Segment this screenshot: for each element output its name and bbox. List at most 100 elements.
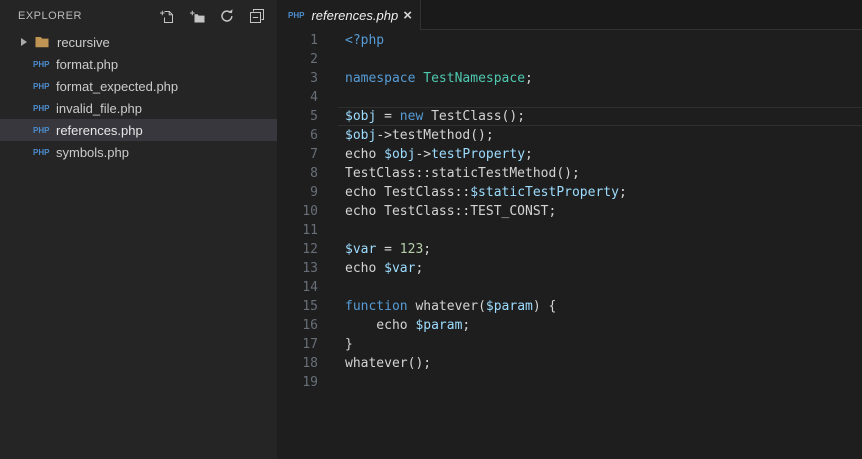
code-token: $obj — [384, 147, 416, 162]
code-token: TestNamespace — [423, 71, 526, 86]
vscode-window: EXPLORER recursive PHP format.php PHP fo… — [0, 0, 862, 459]
new-folder-button[interactable] — [188, 7, 205, 24]
code-line-text: $obj = new TestClass(); — [345, 107, 525, 126]
code-line-2[interactable]: 2 — [277, 50, 862, 69]
code-line-14[interactable]: 14 — [277, 278, 862, 297]
code-line-text: function whatever($param) { — [345, 297, 556, 316]
code-line-text: $var = 123; — [345, 240, 431, 259]
code-token: function — [345, 299, 408, 314]
new-file-icon — [159, 10, 173, 23]
tree-item-format-expected-php[interactable]: PHP format_expected.php — [0, 75, 277, 97]
refresh-button[interactable] — [218, 7, 235, 24]
line-number: 6 — [310, 128, 318, 143]
code-line-17[interactable]: 17} — [277, 335, 862, 354]
refresh-icon — [220, 8, 233, 22]
code-token: ) { — [532, 299, 557, 314]
code-line-text: } — [345, 335, 353, 354]
tree-item-references-php[interactable]: PHP references.php — [0, 119, 277, 141]
line-number: 11 — [302, 223, 318, 238]
code-line-18[interactable]: 18 whatever(); — [277, 354, 862, 373]
line-number: 5 — [310, 109, 318, 124]
tab-bar: PHP references.php × — [277, 0, 862, 30]
collapse-all-button[interactable] — [248, 7, 265, 24]
code-line-9[interactable]: 9 echo TestClass::$staticTestProperty; — [277, 183, 862, 202]
code-token: ; — [618, 185, 627, 200]
code-line-19[interactable]: 19 — [277, 373, 862, 392]
code-line-15[interactable]: 15 function whatever($param) { — [277, 297, 862, 316]
code-token: $var — [384, 261, 416, 276]
code-line-1[interactable]: 1 <?php — [277, 31, 862, 50]
code-token: $staticTestProperty — [470, 185, 619, 200]
line-number: 4 — [310, 90, 318, 105]
code-line-text: TestClass::staticTestMethod(); — [345, 164, 580, 183]
code-token: new — [399, 109, 424, 124]
new-folder-icon — [189, 10, 204, 22]
code-editor[interactable]: 1 <?php 2 3 namespace TestNamespace; 4 5 $obj =… — [277, 30, 862, 459]
code-token: $obj — [345, 128, 377, 143]
tree-item-label: recursive — [57, 34, 110, 50]
code-token: namespace — [345, 71, 416, 86]
php-file-icon: PHP — [33, 103, 50, 113]
tree-item-label: references.php — [56, 122, 143, 138]
tree-item-symbols-php[interactable]: PHP symbols.php — [0, 141, 277, 163]
code-line-16[interactable]: 16 echo $param; — [277, 316, 862, 335]
code-token: TestClass(); — [423, 109, 526, 124]
code-token: $var — [345, 242, 377, 257]
code-line-7[interactable]: 7 echo $obj->testProperty; — [277, 145, 862, 164]
php-file-icon: PHP — [33, 125, 50, 135]
code-line-text: namespace TestNamespace; — [345, 69, 533, 88]
php-file-icon: PHP — [33, 147, 50, 157]
code-line-12[interactable]: 12 $var = 123; — [277, 240, 862, 259]
code-token: } — [345, 337, 353, 352]
line-number: 19 — [302, 375, 318, 390]
editor-group: PHP references.php × 1 <?php 2 3 namespace T… — [277, 0, 862, 459]
line-number: 10 — [302, 204, 318, 219]
tab-bar-empty-space — [420, 0, 862, 30]
code-token: ; — [423, 242, 432, 257]
tree-item-label: format_expected.php — [56, 78, 179, 94]
tree-item-recursive[interactable]: recursive — [0, 31, 277, 53]
code-line-10[interactable]: 10 echo TestClass::TEST_CONST; — [277, 202, 862, 221]
explorer-header: EXPLORER — [0, 0, 277, 31]
code-token: $param — [485, 299, 533, 314]
php-file-icon: PHP — [33, 81, 50, 91]
code-line-4[interactable]: 4 — [277, 88, 862, 107]
tab-close-icon[interactable]: × — [403, 8, 412, 23]
code-token: $param — [415, 318, 463, 333]
tree-item-label: format.php — [56, 56, 119, 72]
code-token: ; — [415, 261, 424, 276]
code-token: = — [376, 109, 400, 124]
code-token: whatever(); — [345, 356, 432, 371]
code-line-text: echo $var; — [345, 259, 423, 278]
explorer-title: EXPLORER — [18, 9, 82, 22]
code-line-text: $obj->testMethod(); — [345, 126, 494, 145]
code-token: echo — [345, 318, 416, 333]
explorer-actions — [158, 7, 265, 24]
code-line-text: echo TestClass::$staticTestProperty; — [345, 183, 627, 202]
code-token: ; — [462, 318, 471, 333]
code-line-3[interactable]: 3 namespace TestNamespace; — [277, 69, 862, 88]
code-line-5[interactable]: 5 $obj = new TestClass(); — [277, 107, 862, 126]
line-number: 16 — [302, 318, 318, 333]
tree-item-label: invalid_file.php — [56, 100, 143, 116]
code-line-6[interactable]: 6 $obj->testMethod(); — [277, 126, 862, 145]
tree-item-invalid-file-php[interactable]: PHP invalid_file.php — [0, 97, 277, 119]
tab-references-php[interactable]: PHP references.php × — [277, 0, 420, 30]
code-token: echo — [345, 147, 385, 162]
code-token: whatever( — [407, 299, 486, 314]
line-number: 3 — [310, 71, 318, 86]
chevron-right-icon — [21, 38, 27, 46]
php-file-icon: PHP — [33, 59, 50, 69]
file-tree: recursive PHP format.php PHP format_expected… — [0, 31, 277, 459]
tree-item-format-php[interactable]: PHP format.php — [0, 53, 277, 75]
code-line-11[interactable]: 11 — [277, 221, 862, 240]
line-number: 14 — [302, 280, 318, 295]
new-file-button[interactable] — [158, 7, 175, 24]
code-token: echo TestClass::TEST_CONST; — [345, 204, 557, 219]
tab-title: references.php — [311, 7, 399, 23]
code-line-13[interactable]: 13 echo $var; — [277, 259, 862, 278]
code-line-8[interactable]: 8 TestClass::staticTestMethod(); — [277, 164, 862, 183]
code-token: ; — [525, 147, 533, 162]
php-file-icon: PHP — [288, 10, 305, 20]
code-line-text: whatever(); — [345, 354, 431, 373]
